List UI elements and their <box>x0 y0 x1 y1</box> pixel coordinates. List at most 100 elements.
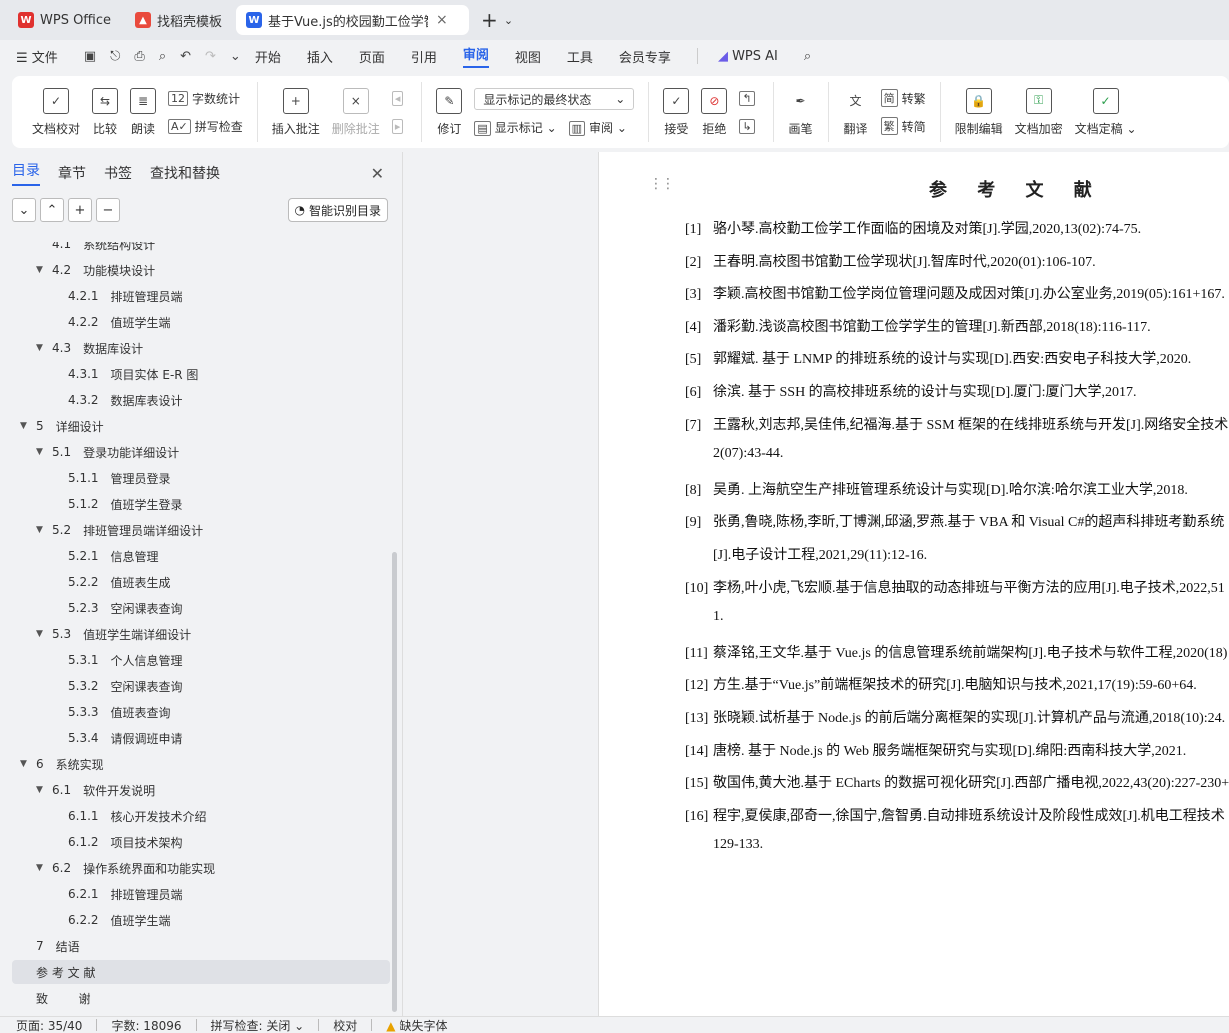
word-count-status[interactable]: 字数: 18096 <box>111 1017 181 1033</box>
read-aloud-button[interactable]: ≣ 朗读 <box>130 87 157 137</box>
tab-toc[interactable]: 目录 <box>12 160 40 186</box>
translate-button[interactable]: 文 翻译 <box>843 88 869 137</box>
spell-check-status[interactable]: 拼写检查: 关闭 ⌄ <box>211 1017 305 1033</box>
reject-button[interactable]: ⊘ 拒绝 <box>701 87 728 137</box>
insert-comment-button[interactable]: + 插入批注 <box>272 87 320 137</box>
collapse-arrow-icon[interactable]: ▼ <box>36 785 52 795</box>
toc-item[interactable]: 4.2.2 值班学生端 <box>0 310 390 334</box>
toc-item[interactable]: 参 考 文 献 <box>12 960 390 984</box>
toc-item[interactable]: 5.3.2 空闲课表查询 <box>0 674 390 698</box>
compare-button[interactable]: ⇆ 比较 <box>92 87 119 137</box>
toc-item[interactable]: 5.3.1 个人信息管理 <box>0 648 390 672</box>
toc-item[interactable]: 4.1 系统结构设计 <box>0 242 390 256</box>
tab-docer-templates[interactable]: ▲ 找稻壳模板 <box>125 5 232 35</box>
toc-item[interactable]: 致 谢 <box>0 986 390 1010</box>
missing-font-status[interactable]: ▲ 缺失字体 <box>386 1017 447 1033</box>
toc-item[interactable]: 5.1.2 值班学生登录 <box>0 492 390 516</box>
toc-item[interactable]: 6.2.1 排班管理员端 <box>0 882 390 906</box>
undo-icon[interactable]: ↶ <box>180 49 191 64</box>
spell-check-button[interactable]: A✓ 拼写检查 <box>168 118 243 135</box>
redo-icon[interactable]: ↷ <box>205 49 216 64</box>
collapse-arrow-icon[interactable]: ▼ <box>36 265 52 275</box>
document-page[interactable]: ⋮⋮ 参 考 文 献 [1] 骆小琴.高校勤工俭学工作面临的困境及对策[J].学园… <box>598 152 1229 1016</box>
previous-change-button[interactable]: ↰ <box>739 90 758 106</box>
toc-item[interactable]: ▼ 4.2 功能模块设计 <box>0 258 390 282</box>
menu-references[interactable]: 引用 <box>411 47 437 66</box>
toc-scrollbar[interactable] <box>392 552 397 1012</box>
print-preview-icon[interactable]: ⌕ <box>159 49 166 64</box>
toc-item[interactable]: 5.1.1 管理员登录 <box>0 466 390 490</box>
toc-item[interactable]: ▼ 5.3 值班学生端详细设计 <box>0 622 390 646</box>
close-icon[interactable]: ✕ <box>371 164 384 183</box>
collapse-arrow-icon[interactable]: ▼ <box>36 629 52 639</box>
toc-item[interactable]: 6.1.1 核心开发技术介绍 <box>0 804 390 828</box>
menu-page[interactable]: 页面 <box>359 47 385 66</box>
search-icon[interactable]: ⌕ <box>804 49 811 64</box>
toc-item[interactable]: ▼ 6.2 操作系统界面和功能实现 <box>0 856 390 880</box>
toc-item[interactable]: ▼ 6.1 软件开发说明 <box>0 778 390 802</box>
accept-button[interactable]: ✓ 接受 <box>663 87 690 137</box>
proofread-status[interactable]: 校对 <box>333 1017 357 1033</box>
toc-item[interactable]: 6.2.2 值班学生端 <box>0 908 390 932</box>
encrypt-button[interactable]: ⚿ 文档加密 <box>1015 87 1063 137</box>
new-tab-icon[interactable]: + <box>481 8 498 32</box>
toc-item[interactable]: 4.2.1 排班管理员端 <box>0 284 390 308</box>
remove-heading-button[interactable]: − <box>96 198 120 222</box>
collapse-arrow-icon[interactable]: ▼ <box>20 759 36 769</box>
collapse-arrow-icon[interactable]: ▼ <box>36 525 52 535</box>
menu-view[interactable]: 视图 <box>515 47 541 66</box>
toc-item[interactable]: 5.2.1 信息管理 <box>0 544 390 568</box>
toc-item[interactable]: 5.3.4 请假调班申请 <box>0 726 390 750</box>
menu-tools[interactable]: 工具 <box>567 47 593 66</box>
tab-wps-office[interactable]: W WPS Office <box>8 5 121 35</box>
delete-comment-button[interactable]: × 删除批注 <box>332 87 380 137</box>
page-indicator[interactable]: 页面: 35/40 <box>16 1017 82 1033</box>
wps-ai-button[interactable]: ◢ WPS AI <box>718 49 778 64</box>
revise-button[interactable]: ✎ 修订 <box>436 87 463 137</box>
finalize-button[interactable]: ✓ 文档定稿 ⌄ <box>1075 87 1137 137</box>
chevron-down-icon[interactable]: ⌄ <box>504 14 513 27</box>
toc-item[interactable]: 6.1.2 项目技术架构 <box>0 830 390 854</box>
tab-bookmarks[interactable]: 书签 <box>104 163 132 183</box>
more-chevron-icon[interactable]: ⌄ <box>230 49 241 64</box>
toc-item[interactable]: 4.3.2 数据库表设计 <box>0 388 390 412</box>
menu-review[interactable]: 审阅 <box>462 44 489 68</box>
smart-toc-button[interactable]: ◔ 智能识别目录 <box>287 198 388 222</box>
tab-current-document[interactable]: W 基于Vue.js的校园勤工俭学智能 × <box>236 5 470 35</box>
menu-member[interactable]: 会员专享 <box>619 47 671 66</box>
to-simplified-button[interactable]: 繁转简 <box>880 117 926 135</box>
doc-check-button[interactable]: ✓ 文档校对 <box>32 87 80 137</box>
toc-item[interactable]: ▼ 5.1 登录功能详细设计 <box>0 440 390 464</box>
collapse-arrow-icon[interactable]: ▼ <box>36 863 52 873</box>
toc-item[interactable]: 5.3.3 值班表查询 <box>0 700 390 724</box>
tab-sections[interactable]: 章节 <box>58 163 86 183</box>
toc-item[interactable]: ▼ 5.2 排班管理员端详细设计 <box>0 518 390 542</box>
next-change-button[interactable]: ↳ <box>739 118 758 134</box>
next-comment-button[interactable]: ▸ <box>391 118 408 134</box>
toc-item[interactable]: 5.2.3 空闲课表查询 <box>0 596 390 620</box>
drag-handle-icon[interactable]: ⋮⋮ <box>649 176 675 192</box>
menu-start[interactable]: 开始 <box>255 47 281 66</box>
expand-down-button[interactable]: ⌄ <box>12 198 36 222</box>
pen-button[interactable]: ✒ 画笔 <box>788 88 814 137</box>
share-icon[interactable]: ⎋ <box>110 49 120 64</box>
file-menu[interactable]: ☰ 文件 <box>16 47 58 66</box>
toc-item[interactable]: 5.2.2 值班表生成 <box>0 570 390 594</box>
collapse-arrow-icon[interactable]: ▼ <box>36 447 52 457</box>
save-icon[interactable]: ▣ <box>84 49 96 64</box>
collapse-up-button[interactable]: ⌃ <box>40 198 64 222</box>
show-markup-button[interactable]: ▤ 显示标记 ⌄ <box>474 119 557 136</box>
print-icon[interactable]: ⎙ <box>134 49 144 64</box>
toc-item[interactable]: ▼ 5 详细设计 <box>0 414 390 438</box>
toc-item[interactable]: 4.3.1 项目实体 E-R 图 <box>0 362 390 386</box>
markup-state-select[interactable]: 显示标记的最终状态 ⌄ <box>474 88 635 111</box>
menu-insert[interactable]: 插入 <box>307 47 333 66</box>
word-count-button[interactable]: 12 字数统计 <box>168 90 243 107</box>
tab-find-replace[interactable]: 查找和替换 <box>150 163 220 183</box>
previous-comment-button[interactable]: ◂ <box>391 90 408 106</box>
restrict-edit-button[interactable]: 🔒 限制编辑 <box>955 87 1003 137</box>
toc-item[interactable]: ▼ 4.3 数据库设计 <box>0 336 390 360</box>
close-icon[interactable]: × <box>436 12 448 28</box>
collapse-arrow-icon[interactable]: ▼ <box>36 343 52 353</box>
to-traditional-button[interactable]: 简转繁 <box>880 89 926 107</box>
